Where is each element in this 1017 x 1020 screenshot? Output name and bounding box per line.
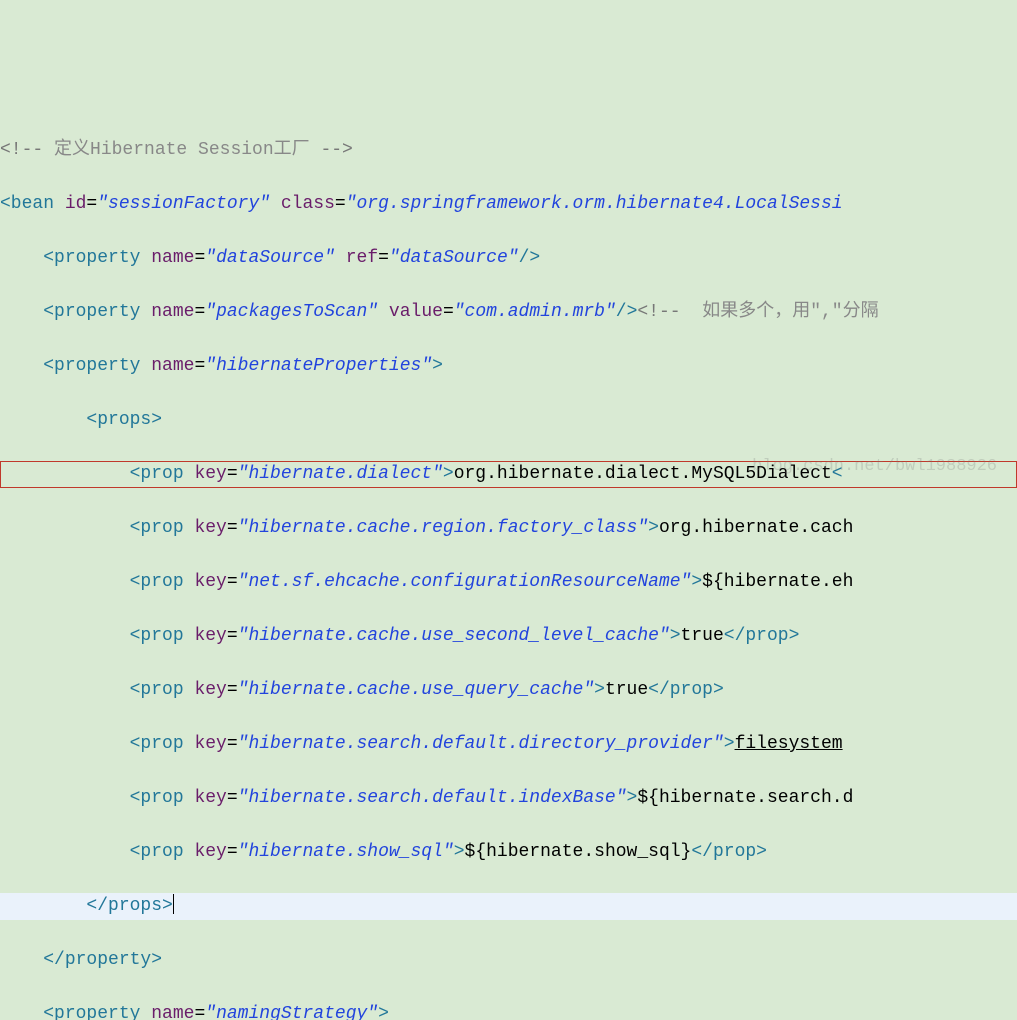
code-line-current: </props> xyxy=(0,893,1017,920)
code-line: <prop key="net.sf.ehcache.configurationR… xyxy=(0,569,1017,596)
code-line: <property name="namingStrategy"> xyxy=(0,1001,1017,1020)
tag-property-close: </property> xyxy=(43,950,162,970)
code-line-highlighted-box: <prop key="hibernate.dialect">org.hibern… xyxy=(0,461,1017,488)
tag-bean-open: <bean xyxy=(0,194,65,214)
tag-props-close: </props> xyxy=(86,896,172,916)
code-line: <!-- 定义Hibernate Session工厂 --> xyxy=(0,137,1017,164)
xml-code-editor[interactable]: <!-- 定义Hibernate Session工厂 --> <bean id=… xyxy=(0,108,1017,1020)
tag-props-open: <props> xyxy=(86,410,162,430)
code-line: <prop key="hibernate.search.default.inde… xyxy=(0,785,1017,812)
code-line: <bean id="sessionFactory" class="org.spr… xyxy=(0,191,1017,218)
xml-comment: <!-- xyxy=(0,140,54,160)
code-line: <property name="packagesToScan" value="c… xyxy=(0,299,1017,326)
code-line: <property name="dataSource" ref="dataSou… xyxy=(0,245,1017,272)
code-line: <prop key="hibernate.cache.use_second_le… xyxy=(0,623,1017,650)
code-line: <prop key="hibernate.cache.use_query_cac… xyxy=(0,677,1017,704)
code-line: <property name="hibernateProperties"> xyxy=(0,353,1017,380)
code-line: </property> xyxy=(0,947,1017,974)
text-cursor xyxy=(173,894,174,914)
code-line: <prop key="hibernate.show_sql">${hiberna… xyxy=(0,839,1017,866)
code-line: <prop key="hibernate.search.default.dire… xyxy=(0,731,1017,758)
code-line: <props> xyxy=(0,407,1017,434)
xml-comment-text: 定义Hibernate Session工厂 xyxy=(54,140,310,160)
code-line: <prop key="hibernate.cache.region.factor… xyxy=(0,515,1017,542)
